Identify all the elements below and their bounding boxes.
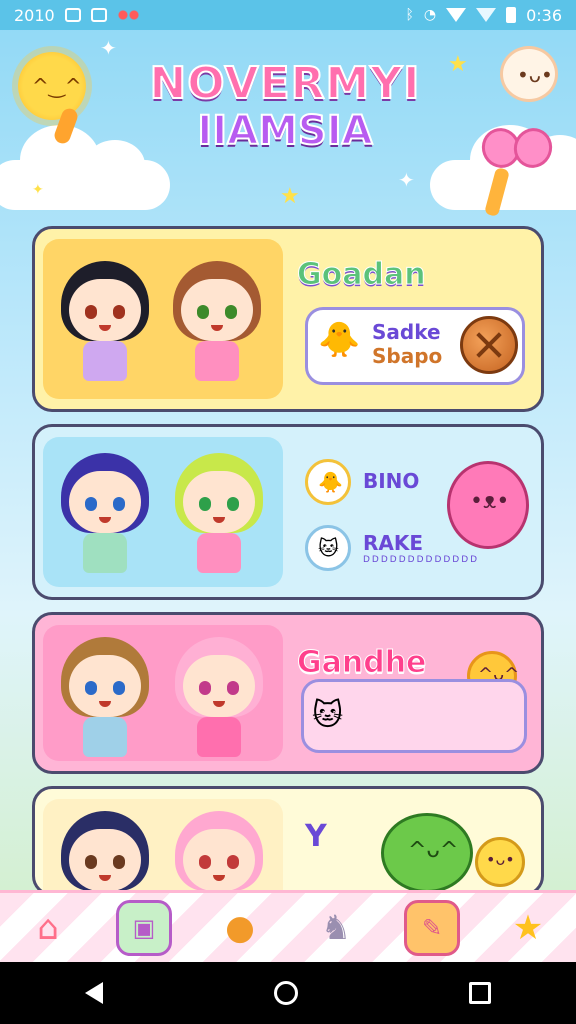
bubble-line-2: Sbapo bbox=[372, 344, 443, 368]
game-title-logo: NOVERMYI IIAMSIA bbox=[130, 58, 440, 156]
card-title: Y bbox=[305, 819, 327, 854]
tab-cat-icon[interactable]: ♞ bbox=[308, 900, 364, 956]
character-portrait bbox=[43, 799, 283, 893]
signal-icon bbox=[476, 8, 497, 22]
reward-bubble[interactable]: 🐥 Sadke Sbapo bbox=[305, 307, 525, 385]
title-line-1: NOVERMYI bbox=[148, 58, 421, 109]
character-card-2[interactable]: 🐥 BINO 🐱 RAKE DDDDDDDDDDDDD •ᴥ• bbox=[32, 424, 544, 600]
pet-slot-1[interactable]: 🐥 bbox=[305, 459, 351, 505]
record-icon bbox=[116, 10, 141, 20]
tab-photo-frame-icon[interactable]: ▣ bbox=[116, 899, 172, 956]
sun-mascot-icon: ^‿^ bbox=[18, 52, 86, 120]
system-nav-bar bbox=[0, 962, 576, 1024]
alarm-icon: ◔ bbox=[423, 7, 437, 23]
recent-apps-icon[interactable] bbox=[468, 982, 491, 1004]
bubble-line-1: Sadke bbox=[372, 320, 441, 344]
cloud-left bbox=[0, 125, 170, 210]
battery-icon bbox=[506, 7, 517, 23]
bottom-tab-bar: ⌂ ▣ ● ♞ ✎ ★ bbox=[0, 890, 576, 962]
home-circle-icon[interactable] bbox=[273, 981, 298, 1005]
pet-slot-1-label: BINO bbox=[363, 469, 420, 493]
sparkle-icon: ✦ bbox=[100, 36, 117, 60]
status-time: 0:36 bbox=[526, 5, 562, 25]
star-icon: ★ bbox=[280, 184, 300, 209]
character-card-4[interactable]: Y ^ᴗ^ •ᴗ• bbox=[32, 786, 544, 896]
pink-monster-icon[interactable]: •ᴥ• bbox=[447, 461, 529, 549]
pet-slot-2-sub: DDDDDDDDDDDDD bbox=[363, 555, 480, 565]
star-icon: ★ bbox=[448, 52, 468, 77]
character-card-3[interactable]: Gandhe ^ᴗ^ 🐱 bbox=[32, 612, 544, 774]
tab-home-icon[interactable]: ⌂ bbox=[20, 900, 76, 956]
yellow-chick-icon: •ᴗ• bbox=[475, 837, 525, 887]
empty-slot-bubble[interactable]: 🐱 bbox=[301, 679, 527, 753]
tab-star-icon[interactable]: ★ bbox=[500, 900, 556, 956]
back-icon[interactable] bbox=[85, 982, 104, 1004]
character-portrait bbox=[43, 625, 283, 761]
gallery-icon bbox=[90, 8, 107, 22]
ribbon-bow-icon bbox=[482, 128, 552, 178]
bluetooth-icon: ᛒ bbox=[405, 7, 414, 23]
status-left-text: 2010 bbox=[14, 5, 55, 25]
wifi-icon bbox=[446, 8, 467, 22]
card-title: Gandhe bbox=[296, 645, 427, 681]
character-portrait bbox=[43, 239, 283, 399]
speech-mascot-icon[interactable]: •ᴗ• bbox=[500, 46, 558, 102]
character-card-1[interactable]: Goadan 🐥 Sadke Sbapo bbox=[32, 226, 544, 412]
yellow-pet-icon: 🐥 bbox=[318, 320, 361, 360]
card-title: Goadan bbox=[297, 257, 427, 293]
cookie-coin-icon bbox=[460, 316, 518, 374]
tab-notebook-icon[interactable]: ✎ bbox=[404, 899, 460, 956]
green-dino-icon[interactable]: ^ᴗ^ bbox=[381, 813, 473, 893]
sparkle-icon: ✦ bbox=[32, 182, 44, 198]
character-portrait bbox=[43, 437, 283, 587]
tab-chick-icon[interactable]: ● bbox=[212, 900, 268, 956]
title-line-2: IIAMSIA bbox=[196, 107, 373, 155]
pet-slot-2[interactable]: 🐱 bbox=[305, 525, 351, 571]
status-bar: 2010 ᛒ ◔ 0:36 bbox=[0, 0, 576, 30]
ghost-cat-icon: 🐱 bbox=[312, 698, 344, 733]
sparkle-icon: ✦ bbox=[398, 168, 415, 192]
notification-icon bbox=[64, 8, 81, 22]
